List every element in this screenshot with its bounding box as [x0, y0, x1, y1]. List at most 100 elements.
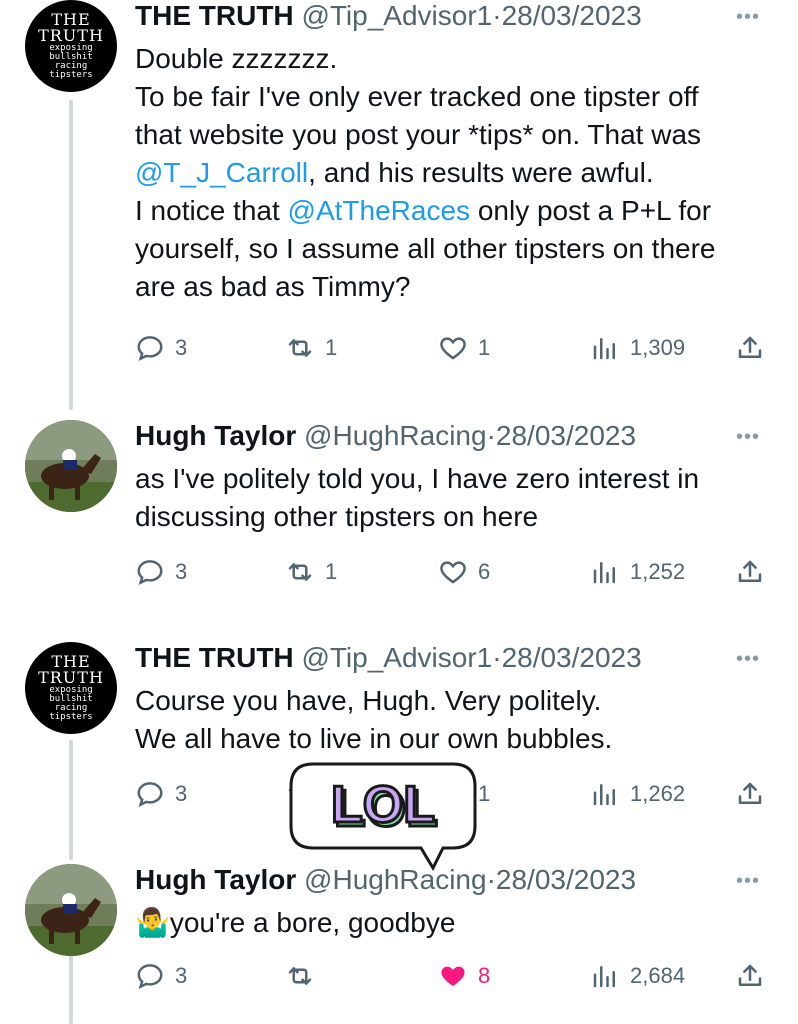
separator-dot: ·	[486, 420, 496, 451]
retweet-icon	[285, 333, 315, 363]
share-button[interactable]	[735, 333, 765, 363]
views-icon	[590, 557, 620, 587]
tweet-date[interactable]: 28/03/2023	[502, 0, 642, 31]
more-options-icon[interactable]: •••	[736, 6, 760, 29]
likes-count: 1	[478, 335, 491, 360]
views-count: 2,684	[630, 963, 686, 988]
reply-button[interactable]: 3	[135, 779, 187, 809]
reply-icon	[135, 961, 165, 991]
avatar-text: tipsters	[49, 712, 93, 722]
author-meta: @Tip_Advisor1·28/03/2023	[301, 642, 641, 673]
share-button[interactable]	[735, 961, 765, 991]
reply-icon	[135, 333, 165, 363]
heart-icon	[438, 557, 468, 587]
like-button[interactable]: 8	[438, 961, 490, 991]
retweet-icon	[285, 557, 315, 587]
replies-count: 3	[175, 559, 188, 584]
separator-dot: ·	[492, 0, 502, 31]
like-button[interactable]: 6	[438, 557, 490, 587]
tweet-line: Course you have, Hugh. Very politely.	[135, 682, 785, 720]
retweet-button[interactable]: 1	[285, 333, 337, 363]
avatar[interactable]	[25, 864, 117, 956]
more-options-icon[interactable]: •••	[736, 870, 760, 893]
author-handle[interactable]: @HughRacing	[304, 420, 487, 451]
tweet-header: THE TRUTH @Tip_Advisor1·28/03/2023	[135, 0, 642, 32]
views-count: 1,252	[630, 559, 686, 584]
likes-count: 8	[478, 963, 491, 988]
avatar-text: TRUTH	[38, 26, 104, 45]
views-icon	[590, 779, 620, 809]
reply-button[interactable]: 3	[135, 961, 187, 991]
text-segment: We all have to live in our own bubbles.	[135, 723, 613, 754]
author-name[interactable]: Hugh Taylor	[135, 420, 296, 451]
text-segment: that website you post your *tips* on. Th…	[135, 119, 702, 150]
tweet-line: Double zzzzzzz.	[135, 40, 785, 78]
tweet-date[interactable]: 28/03/2023	[496, 420, 636, 451]
replies-count: 3	[175, 335, 188, 360]
text-segment: Course you have, Hugh. Very politely.	[135, 685, 602, 716]
author-name[interactable]: THE TRUTH	[135, 642, 294, 673]
retweets-count: 1	[325, 335, 338, 360]
tweet-line: I notice that @AtTheRaces only post a P+…	[135, 192, 785, 230]
text-segment: , and his results were awful.	[308, 157, 654, 188]
mention-link[interactable]: @AtTheRaces	[288, 195, 471, 226]
author-meta: @HughRacing·28/03/2023	[304, 420, 636, 451]
more-options-icon[interactable]: •••	[736, 648, 760, 671]
text-segment: 🤷‍♂️you're a bore, goodbye	[135, 907, 456, 938]
tweet-line: discussing other tipsters on here	[135, 498, 785, 536]
tweet-date[interactable]: 28/03/2023	[502, 642, 642, 673]
avatar-photo	[25, 864, 117, 956]
retweet-icon	[285, 961, 315, 991]
author-handle[interactable]: @Tip_Advisor1	[301, 0, 492, 31]
retweet-button[interactable]	[285, 961, 325, 991]
avatar[interactable]: THE TRUTH exposing bullshit racing tipsters	[25, 642, 117, 734]
tweet-line: that website you post your *tips* on. Th…	[135, 116, 785, 154]
avatar[interactable]: THE TRUTH exposing bullshit racing tipsters	[25, 0, 117, 92]
mention-link[interactable]: @T_J_Carroll	[135, 157, 308, 188]
separator-dot: ·	[492, 642, 502, 673]
tweet-line: To be fair I've only ever tracked one ti…	[135, 78, 785, 116]
share-icon	[735, 333, 765, 363]
lol-sticker-text: LOL	[331, 776, 435, 834]
reply-button[interactable]: 3	[135, 333, 187, 363]
likes-count: 6	[478, 559, 491, 584]
retweet-button[interactable]: 1	[285, 557, 337, 587]
like-button[interactable]: 1	[438, 333, 490, 363]
thread-connector	[69, 952, 73, 1024]
tweet-actions: 3 8 2,684	[135, 961, 775, 997]
share-button[interactable]	[735, 557, 765, 587]
replies-count: 3	[175, 781, 188, 806]
tweet-text: Course you have, Hugh. Very politely. We …	[135, 682, 785, 758]
text-segment: discussing other tipsters on here	[135, 501, 539, 532]
reply-button[interactable]: 3	[135, 557, 187, 587]
views-icon	[590, 333, 620, 363]
avatar[interactable]	[25, 420, 117, 512]
views-button[interactable]: 1,309	[590, 333, 685, 363]
author-handle[interactable]: @Tip_Advisor1	[301, 642, 492, 673]
author-name[interactable]: THE TRUTH	[135, 0, 294, 31]
tweet-line: as I've politely told you, I have zero i…	[135, 460, 785, 498]
tweet-text: 🤷‍♂️you're a bore, goodbye	[135, 904, 785, 942]
views-button[interactable]: 1,262	[590, 779, 685, 809]
author-name[interactable]: Hugh Taylor	[135, 864, 296, 895]
views-count: 1,262	[630, 781, 686, 806]
tweet-line: are as bad as Timmy?	[135, 268, 785, 306]
reply-icon	[135, 557, 165, 587]
share-button[interactable]	[735, 779, 765, 809]
share-icon	[735, 779, 765, 809]
text-segment: are as bad as Timmy?	[135, 271, 411, 302]
tweet-line: yourself, so I assume all other tipsters…	[135, 230, 785, 268]
share-icon	[735, 961, 765, 991]
views-button[interactable]: 1,252	[590, 557, 685, 587]
lol-sticker: LOL LOL	[289, 762, 477, 871]
separator-dot: ·	[486, 864, 496, 895]
tweet-line: 🤷‍♂️you're a bore, goodbye	[135, 904, 785, 942]
tweet-date[interactable]: 28/03/2023	[496, 864, 636, 895]
reply-icon	[135, 779, 165, 809]
views-icon	[590, 961, 620, 991]
more-options-icon[interactable]: •••	[736, 426, 760, 449]
heart-icon	[438, 333, 468, 363]
text-segment: I notice that	[135, 195, 288, 226]
avatar-photo	[25, 420, 117, 512]
views-button[interactable]: 2,684	[590, 961, 685, 991]
